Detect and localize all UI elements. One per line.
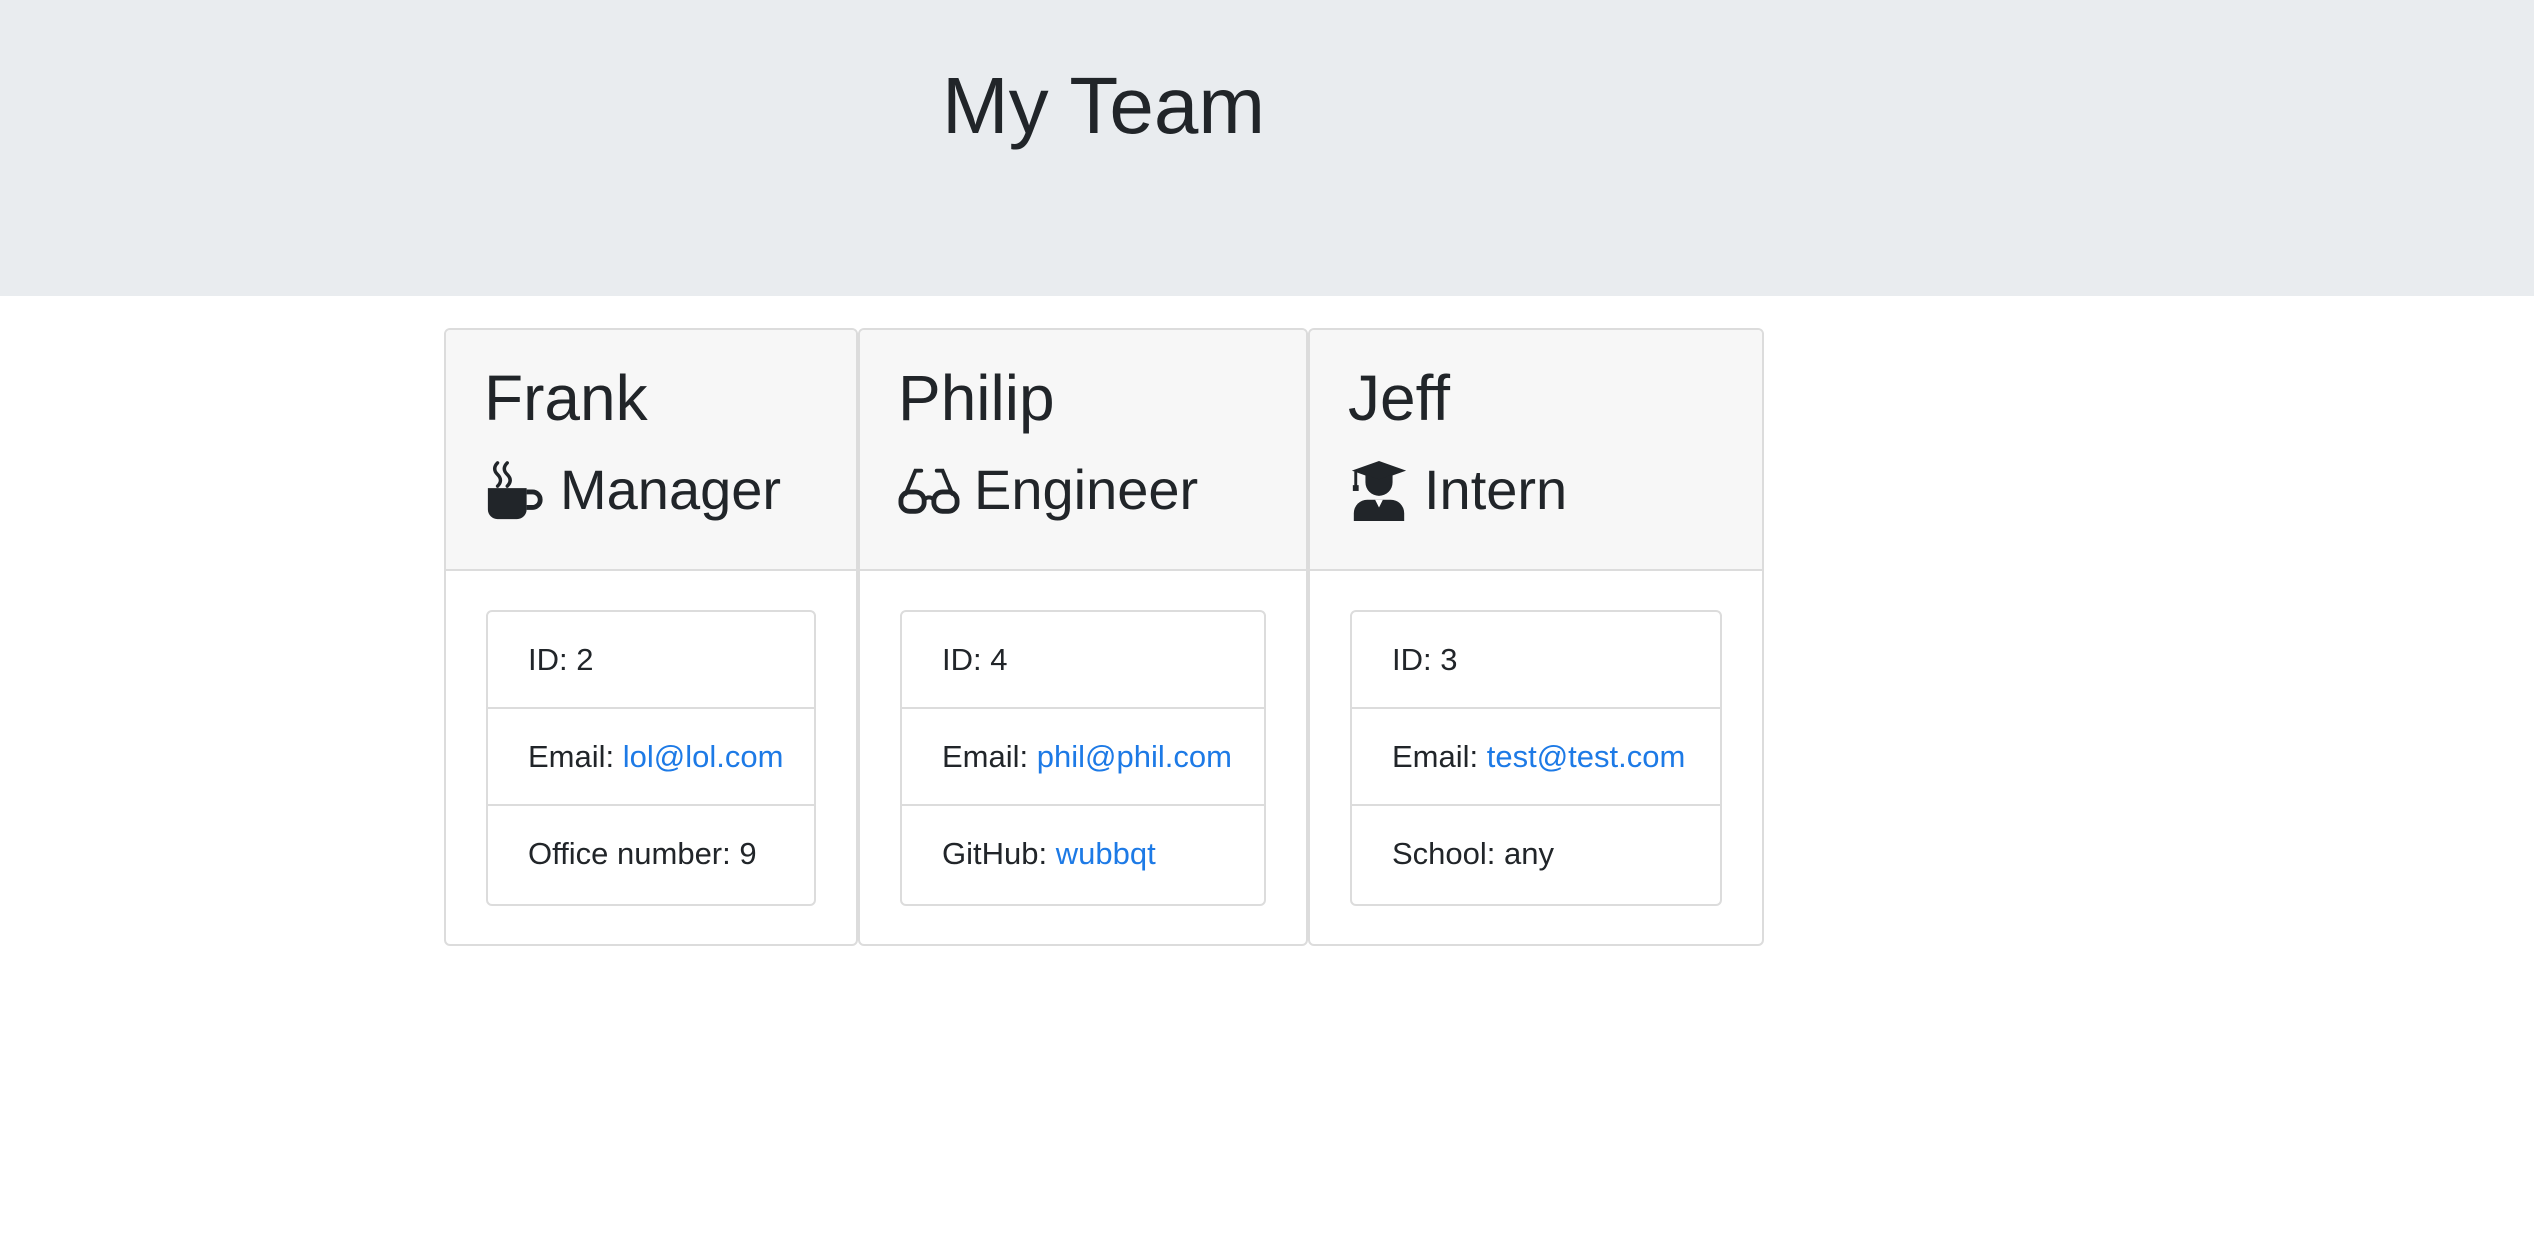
employee-email: Email: test@test.com — [1352, 709, 1720, 806]
employee-school: School: any — [1392, 836, 1554, 871]
employee-details: ID: 4 Email: phil@phil.com GitHub: wubbq… — [900, 610, 1266, 906]
employee-office-number: Office number: 9 — [528, 836, 757, 871]
employee-role: Intern — [1348, 456, 1567, 524]
employee-github: GitHub: wubbqt — [902, 806, 1264, 904]
employee-email: Email: lol@lol.com — [488, 709, 814, 806]
employee-name: Jeff — [1348, 362, 1450, 434]
email-label: Email: — [528, 739, 623, 774]
employee-name: Philip — [898, 362, 1055, 434]
page-title: My Team — [942, 61, 1266, 150]
role-label: Intern — [1424, 458, 1568, 521]
email-link[interactable]: test@test.com — [1487, 739, 1686, 774]
github-label: GitHub: — [942, 836, 1056, 871]
card-header: Jeff Intern — [1310, 330, 1762, 571]
github-link[interactable]: wubbqt — [1056, 836, 1156, 871]
employee-id: ID: 2 — [488, 612, 814, 709]
email-label: Email: — [942, 739, 1037, 774]
email-label: Email: — [1392, 739, 1487, 774]
employee-card-engineer: Philip Engineer ID: 4 Email: phil@phil.c… — [858, 328, 1308, 946]
employee-role: Engineer — [898, 456, 1198, 524]
email-link[interactable]: phil@phil.com — [1037, 739, 1232, 774]
employee-details: ID: 2 Email: lol@lol.com Office number: … — [486, 610, 816, 906]
employee-id: ID: 4 — [902, 612, 1264, 709]
employee-email: Email: phil@phil.com — [902, 709, 1264, 806]
card-header: Frank Manager — [446, 330, 856, 571]
employee-details: ID: 3 Email: test@test.com School: any — [1350, 610, 1722, 906]
coffee-mug-icon — [484, 459, 546, 521]
header-banner: My Team — [0, 0, 2534, 296]
employee-name: Frank — [484, 362, 648, 434]
employee-role: Manager — [484, 456, 781, 524]
employee-id: ID: 3 — [1352, 612, 1720, 709]
employee-card-intern: Jeff Intern ID: 3 Email: test@test.com S… — [1308, 328, 1764, 946]
role-label: Engineer — [974, 458, 1199, 521]
glasses-icon — [898, 459, 960, 521]
role-label: Manager — [560, 458, 782, 521]
graduate-icon — [1348, 459, 1410, 521]
email-link[interactable]: lol@lol.com — [623, 739, 784, 774]
card-header: Philip Engineer — [860, 330, 1306, 571]
employee-card-manager: Frank Manager ID: 2 Email: lol@lol.com O… — [444, 328, 858, 946]
